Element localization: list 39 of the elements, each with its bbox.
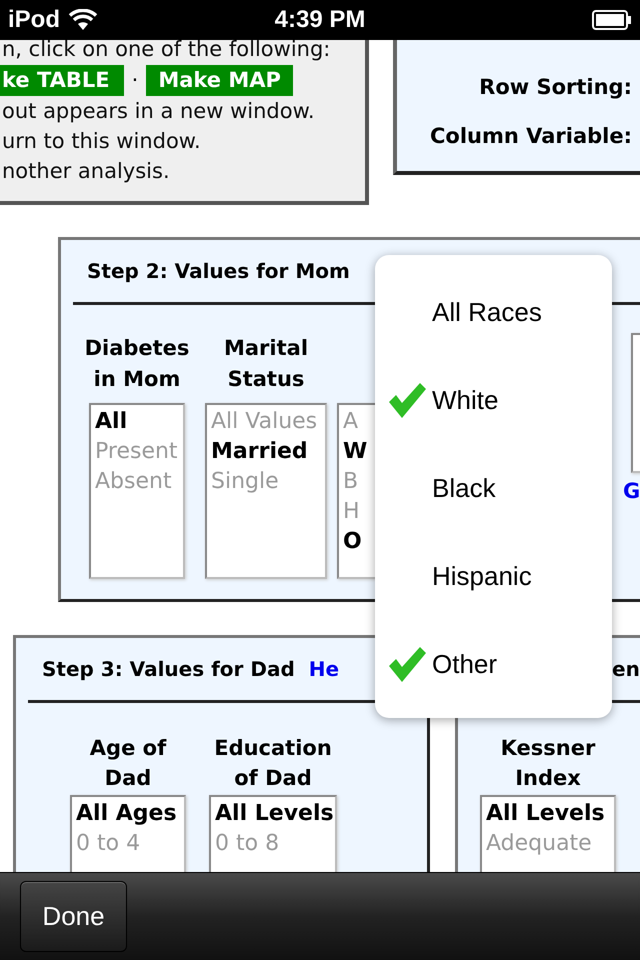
column-heading: Education of Dad: [213, 735, 333, 792]
listbox[interactable]: All Present Absent: [89, 403, 185, 579]
column-heading: Kessner Index: [500, 735, 596, 792]
link[interactable]: He: [308, 657, 340, 681]
instruction-text: urn to this window.: [1, 128, 202, 155]
carrier-name: iPod: [8, 6, 60, 34]
list-option[interactable]: All Levels: [215, 799, 331, 829]
instruction-text: n, click on one of the following:: [1, 40, 332, 63]
battery-icon: [592, 10, 632, 30]
separator-dot: ·: [132, 67, 138, 94]
done-button[interactable]: Done: [20, 881, 127, 952]
wifi-icon: [68, 9, 98, 31]
list-option[interactable]: All Levels: [486, 799, 610, 829]
column-heading: Marital Status: [222, 335, 310, 393]
listbox[interactable]: All Ages 0 to 4: [70, 795, 186, 872]
list-option[interactable]: Married: [211, 437, 321, 467]
picker-option[interactable]: All Races: [375, 268, 612, 356]
field-label: Row Sorting:: [479, 74, 632, 101]
listbox[interactable]: All Values Married Single: [205, 403, 327, 579]
panel-title: Step 3: Values for Dad: [42, 657, 295, 681]
list-option[interactable]: All Ages: [76, 799, 180, 829]
picker-option[interactable]: White: [375, 356, 612, 444]
picker-option[interactable]: Hispanic: [375, 532, 612, 620]
make-map-button[interactable]: Make MAP: [146, 64, 293, 96]
listbox[interactable]: All Levels Adequate: [480, 795, 616, 872]
instruction-text: nother analysis.: [1, 158, 171, 185]
field-label: Column Variable:: [430, 123, 632, 150]
picker-option[interactable]: Black: [375, 444, 612, 532]
link[interactable]: G: [623, 479, 640, 503]
column-heading: Age of Dad: [88, 735, 168, 792]
picker-option[interactable]: Other: [375, 620, 612, 708]
make-table-button[interactable]: ke TABLE: [0, 64, 124, 96]
column-heading: Diabetes in Mom: [84, 335, 190, 393]
list-option[interactable]: All: [95, 407, 179, 437]
panel-title: en: [612, 657, 640, 681]
clock-time: 4:39 PM: [274, 6, 366, 34]
listbox[interactable]: All Levels 0 to 8: [209, 795, 337, 872]
instruction-text: out appears in a new window.: [1, 98, 316, 125]
panel-title: Step 2: Values for Mom: [87, 259, 350, 283]
